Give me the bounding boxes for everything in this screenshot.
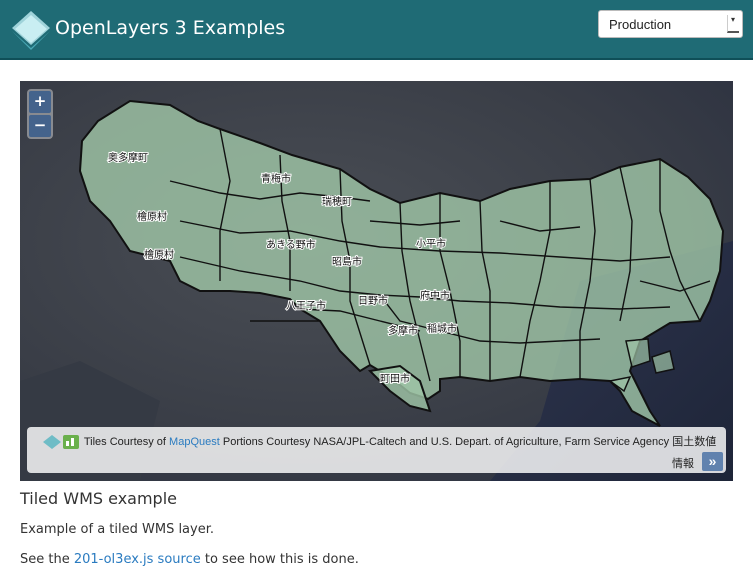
place-label-okutama: 奥多摩町 <box>108 151 148 164</box>
mode-select[interactable]: Production ▾ <box>598 10 743 38</box>
place-label-hachioji: 八王子市 <box>286 299 326 312</box>
example-title: Tiled WMS example <box>20 489 177 508</box>
place-label-machida: 町田市 <box>380 372 410 385</box>
source-prefix: See the <box>20 552 70 567</box>
place-label-akiruno: あきる野市 <box>266 238 316 251</box>
place-label-kodaira: 小平市 <box>416 237 446 250</box>
zoom-out-button[interactable]: − <box>29 115 51 137</box>
chevron-down-icon: ▾ <box>727 15 739 33</box>
openlayers-logo-icon <box>12 11 50 50</box>
zoom-in-button[interactable]: + <box>29 91 51 113</box>
place-label-tama: 多摩市 <box>388 324 418 337</box>
place-label-hinohara-1: 檜原村 <box>137 210 167 223</box>
attribution-line-2: 情報 <box>672 458 694 470</box>
attribution-line: Tiles Courtesy of MapQuest Portions Cour… <box>43 433 717 450</box>
openlayers-small-logo-icon <box>43 435 61 450</box>
place-label-akishima: 昭島市 <box>332 255 362 268</box>
map-viewport[interactable]: 奥多摩町 青梅市 瑞穂町 檜原村 檜原村 あきる野市 昭島市 小平市 八王子市 … <box>20 81 733 481</box>
source-paragraph: See the 201-ol3ex.js source to see how t… <box>20 552 359 567</box>
top-navbar: OpenLayers 3 Examples Production ▾ <box>0 0 753 60</box>
source-suffix: to see how this is done. <box>204 552 359 567</box>
mapquest-logo-icon <box>63 435 79 450</box>
attribution-toggle-button[interactable]: » <box>702 452 723 471</box>
attribution-tiles-prefix: Tiles Courtesy of <box>83 436 166 448</box>
example-short-description: Example of a tiled WMS layer. <box>20 522 215 537</box>
attribution-rest: Portions Courtesy NASA/JPL-Caltech and U… <box>222 436 717 448</box>
place-label-fuchu: 府中市 <box>420 289 450 302</box>
mode-select-value: Production <box>609 17 672 32</box>
satellite-basemap: 奥多摩町 青梅市 瑞穂町 檜原村 檜原村 あきる野市 昭島市 小平市 八王子市 … <box>20 81 733 481</box>
place-label-hinohara-2: 檜原村 <box>144 248 174 261</box>
source-link[interactable]: 201-ol3ex.js source <box>74 552 201 567</box>
place-label-ome: 青梅市 <box>261 172 291 185</box>
attribution-panel: Tiles Courtesy of MapQuest Portions Cour… <box>27 427 726 473</box>
place-label-mizuho: 瑞穂町 <box>322 195 352 208</box>
place-label-hino: 日野市 <box>358 294 388 307</box>
zoom-control: + − <box>27 89 53 139</box>
brand-title[interactable]: OpenLayers 3 Examples <box>55 16 285 40</box>
place-label-inagi: 稲城市 <box>427 322 457 335</box>
mapquest-link[interactable]: MapQuest <box>169 436 220 448</box>
